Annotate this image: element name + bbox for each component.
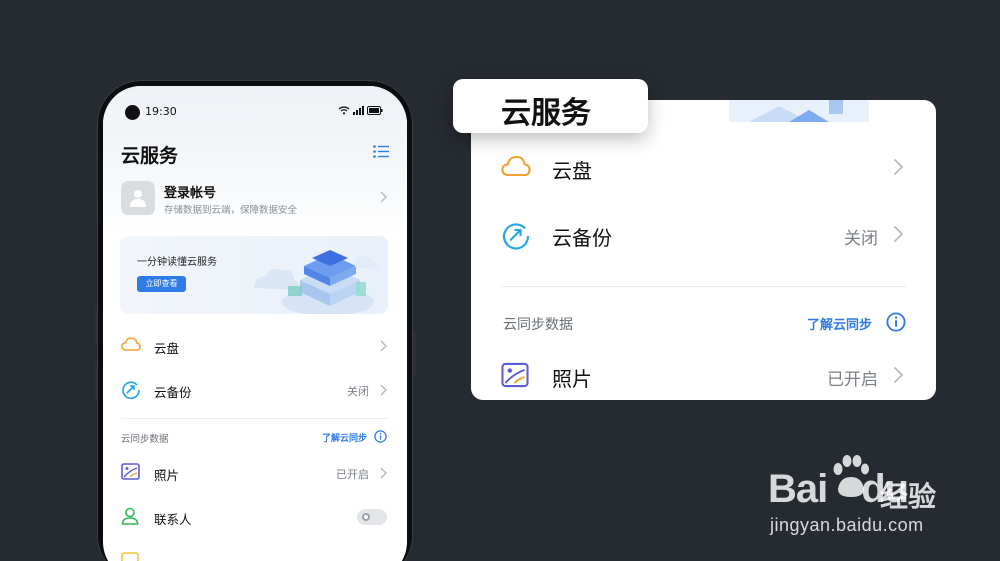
list-item-label: 照片 bbox=[552, 367, 592, 391]
zoom-title-label: 云服务 bbox=[453, 79, 648, 133]
paw-icon bbox=[833, 455, 869, 497]
wifi-icon bbox=[338, 106, 350, 115]
list-item-label: 照片 bbox=[154, 468, 180, 483]
folder-icon bbox=[121, 552, 139, 561]
signal-icon bbox=[353, 106, 364, 115]
chevron-right-icon bbox=[380, 191, 387, 203]
chevron-right-icon bbox=[380, 467, 387, 479]
list-item-contacts[interactable]: 联系人 bbox=[121, 495, 389, 539]
photo-icon bbox=[501, 362, 529, 388]
learn-sync-link[interactable]: 了解云同步 bbox=[322, 431, 367, 444]
settings-list: 云盘 云备份 关闭 云同步数据 了解云同步 照片 已开启 联系人 bbox=[121, 324, 389, 561]
info-icon[interactable] bbox=[886, 312, 906, 332]
cloud-server-illustration bbox=[254, 250, 378, 314]
list-item-value: 关闭 bbox=[347, 385, 369, 398]
zoomed-settings-card: 云盘 云备份 关闭 云同步数据 了解云同步 照片 已开启 bbox=[471, 100, 936, 400]
list-item-cloud-backup[interactable]: 云备份 关闭 bbox=[501, 215, 906, 255]
sync-section-header: 云同步数据 了解云同步 bbox=[121, 427, 389, 451]
cloud-icon bbox=[501, 155, 531, 177]
phone-mockup: 19:30 云服务 登录帐号 存储数据到云端，保障数据安全 一分钟读懂云服务 立… bbox=[94, 80, 416, 561]
page-title: 云服务 bbox=[121, 145, 179, 167]
list-item-photos[interactable]: 照片 已开启 bbox=[121, 451, 389, 495]
list-item-value: 已开启 bbox=[827, 370, 878, 390]
list-item-label: 云盘 bbox=[154, 341, 180, 356]
status-bar: 19:30 bbox=[125, 104, 383, 122]
avatar bbox=[121, 181, 155, 215]
chevron-right-icon bbox=[893, 366, 904, 384]
list-item-label: 云盘 bbox=[552, 159, 592, 183]
banner-text: 一分钟读懂云服务 bbox=[137, 257, 217, 268]
chevron-right-icon bbox=[380, 340, 387, 352]
list-item-value: 已开启 bbox=[336, 468, 369, 481]
list-item-cloud-drive[interactable]: 云盘 bbox=[121, 324, 389, 368]
status-time: 19:30 bbox=[145, 105, 177, 118]
front-camera bbox=[125, 105, 140, 120]
toggle-knob bbox=[362, 513, 370, 521]
divider bbox=[121, 418, 389, 419]
watermark-url: jingyan.baidu.com bbox=[770, 515, 924, 535]
info-icon[interactable] bbox=[374, 430, 387, 443]
volume-up-button bbox=[94, 306, 97, 346]
section-title: 云同步数据 bbox=[121, 434, 169, 445]
chevron-right-icon bbox=[893, 225, 904, 243]
list-item-photos[interactable]: 照片 已开启 bbox=[501, 356, 906, 396]
section-title: 云同步数据 bbox=[503, 317, 573, 333]
list-menu-icon[interactable] bbox=[373, 145, 389, 158]
contacts-sync-toggle[interactable] bbox=[357, 509, 387, 525]
list-item-cloud-drive[interactable]: 云盘 bbox=[501, 148, 906, 188]
contact-icon bbox=[121, 507, 139, 525]
watermark-chinese: 经验 bbox=[880, 480, 937, 513]
power-button bbox=[413, 330, 416, 376]
learn-sync-link[interactable]: 了解云同步 bbox=[807, 314, 872, 333]
list-item-label: 云备份 bbox=[552, 226, 612, 250]
battery-icon bbox=[367, 106, 383, 115]
login-account-row[interactable]: 登录帐号 存储数据到云端，保障数据安全 bbox=[121, 181, 389, 221]
phone-screen: 19:30 云服务 登录帐号 存储数据到云端，保障数据安全 一分钟读懂云服务 立… bbox=[103, 86, 407, 561]
list-item-cloud-backup[interactable]: 云备份 关闭 bbox=[121, 368, 389, 412]
chevron-right-icon bbox=[893, 158, 904, 176]
volume-down-button bbox=[94, 362, 97, 402]
list-item-label: 联系人 bbox=[154, 512, 192, 527]
watermark-logo-part1: Bai bbox=[768, 467, 828, 511]
divider bbox=[501, 286, 906, 287]
login-title: 登录帐号 bbox=[164, 186, 217, 201]
cloud-server-illustration bbox=[729, 100, 869, 122]
photo-icon bbox=[121, 463, 140, 480]
promo-banner[interactable]: 一分钟读懂云服务 立即查看 bbox=[120, 236, 388, 314]
sync-icon bbox=[122, 381, 140, 400]
user-icon bbox=[130, 190, 146, 207]
baidu-jingyan-watermark: Bai du 经验 jingyan.baidu.com bbox=[768, 455, 968, 545]
zoom-title-text: 云服务 bbox=[501, 96, 591, 131]
list-item-value: 关闭 bbox=[844, 229, 878, 249]
sync-icon bbox=[502, 223, 530, 250]
list-item-partial bbox=[121, 539, 389, 561]
cloud-icon bbox=[121, 337, 141, 351]
chevron-right-icon bbox=[380, 384, 387, 396]
banner-view-button[interactable]: 立即查看 bbox=[137, 276, 186, 292]
list-item-label: 云备份 bbox=[154, 385, 192, 400]
login-subtitle: 存储数据到云端，保障数据安全 bbox=[164, 205, 298, 216]
sync-section-header: 云同步数据 了解云同步 bbox=[501, 312, 906, 336]
